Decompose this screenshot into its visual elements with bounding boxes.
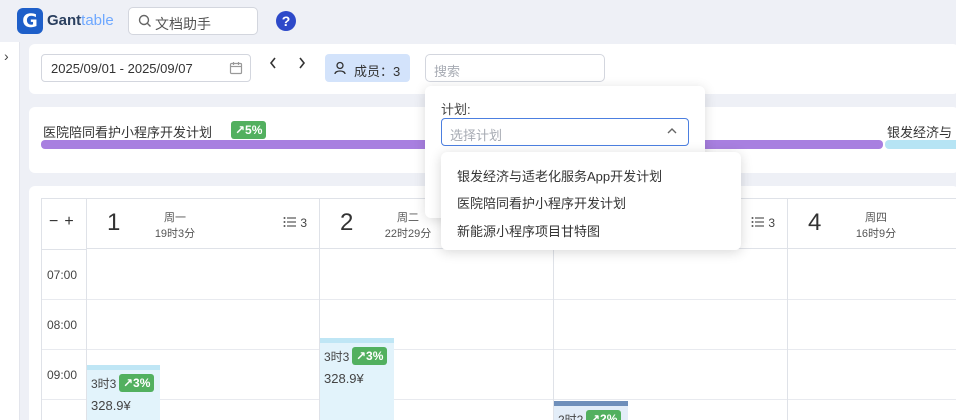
chevron-up-icon <box>667 128 677 134</box>
day-column: 4 周四 16时9分 <box>787 199 956 420</box>
plan-title[interactable]: 医院陪同看护小程序开发计划 <box>43 122 212 141</box>
list-icon <box>283 217 296 227</box>
chevron-right-icon: › <box>4 48 9 64</box>
prev-week-button[interactable] <box>263 56 283 75</box>
zoom-controls: −+ <box>49 213 80 231</box>
sidebar-toggle[interactable]: › <box>0 42 20 420</box>
task-card[interactable]: 3时3 ↗3% 328.9¥ <box>320 338 394 420</box>
progress-badge: ↗5% <box>231 121 267 139</box>
search-placeholder: 搜索 <box>434 64 461 79</box>
plan-option[interactable]: 银发经济与适老化服务App开发计划 <box>457 166 662 185</box>
day-weekday: 周四 <box>865 212 887 224</box>
progress-badge: ↗2% <box>586 410 622 420</box>
task-card[interactable]: 3时3 ↗3% 328.9¥ <box>87 365 160 420</box>
task-cost: 328.9¥ <box>324 371 364 386</box>
progress-badge: ↗3% <box>352 347 388 365</box>
search-icon <box>138 14 151 27</box>
list-icon <box>751 217 764 227</box>
date-range-value: 2025/09/01 - 2025/09/07 <box>51 61 193 76</box>
plan-option[interactable]: 新能源小程序项目甘特图 <box>457 221 600 240</box>
user-icon <box>334 61 346 75</box>
members-button[interactable]: 成员：3 <box>325 54 410 82</box>
members-label: 成员：3 <box>354 64 401 79</box>
time-label: 08:00 <box>47 318 78 332</box>
task-duration: 2时2 <box>558 413 584 420</box>
zoom-in-button[interactable]: + <box>64 213 79 230</box>
plan-filter-label: 计划: <box>441 102 471 117</box>
day-hours: 22时29分 <box>384 228 432 240</box>
time-label: 07:00 <box>47 268 78 282</box>
task-duration: 3时3 <box>91 377 117 391</box>
plan-options-menu: 银发经济与适老化服务App开发计划 医院陪同看护小程序开发计划 新能源小程序项目… <box>441 152 741 250</box>
help-icon[interactable]: ? <box>276 11 296 31</box>
chevron-right-icon <box>299 57 306 69</box>
date-range-picker[interactable]: 2025/09/01 - 2025/09/07 <box>41 54 251 82</box>
task-count[interactable]: 3 <box>283 216 307 230</box>
doc-assistant-placeholder: 文档助手 <box>155 16 211 32</box>
app-logo-icon[interactable]: G <box>17 8 43 34</box>
progress-badge: ↗3% <box>119 374 155 392</box>
calendar-icon <box>229 62 243 75</box>
task-count[interactable]: 3 <box>751 216 775 230</box>
top-bar: G Ganttable 文档助手 ? <box>0 0 956 42</box>
day-hours: 19时3分 <box>154 228 196 240</box>
day-column: 1 周一 19时3分 3 3时3 ↗3% 328.9¥ <box>86 199 319 420</box>
plan-title[interactable]: 银发经济与 <box>887 122 952 141</box>
task-cost: 328.9¥ <box>91 398 131 413</box>
chevron-left-icon <box>269 57 276 69</box>
time-label: 09:00 <box>47 368 78 382</box>
search-input[interactable]: 搜索 <box>425 54 605 82</box>
task-duration: 3时3 <box>324 350 350 364</box>
day-number: 2 <box>340 209 354 236</box>
day-hours: 16时9分 <box>855 228 897 240</box>
task-card[interactable]: 2时2 ↗2% <box>554 401 628 420</box>
plan-option[interactable]: 医院陪同看护小程序开发计划 <box>457 193 626 212</box>
zoom-out-button[interactable]: − <box>49 213 64 230</box>
plan-select-placeholder: 选择计划 <box>450 128 503 143</box>
app-name: Ganttable <box>47 12 114 29</box>
day-header[interactable]: 4 周四 16时9分 <box>788 199 956 249</box>
day-number: 1 <box>107 209 121 236</box>
plan-bar[interactable] <box>885 140 956 149</box>
day-header[interactable]: 1 周一 19时3分 3 <box>87 199 319 249</box>
day-weekday: 周一 <box>164 212 186 224</box>
day-number: 4 <box>808 209 822 236</box>
plan-select[interactable]: 选择计划 <box>441 118 689 146</box>
doc-assistant-search[interactable]: 文档助手 <box>128 7 258 35</box>
next-week-button[interactable] <box>292 56 312 75</box>
